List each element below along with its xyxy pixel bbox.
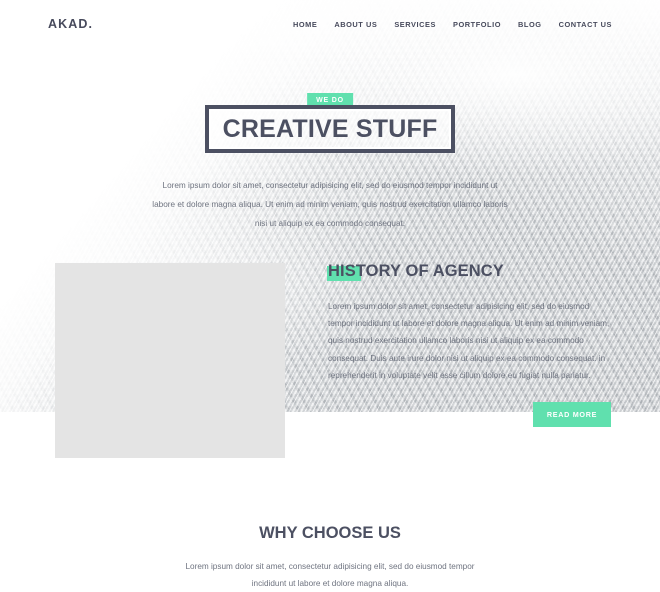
why-heading-wrap: WHY CHOOSE US xyxy=(258,524,401,543)
hero-paragraph: Lorem ipsum dolor sit amet, consectetur … xyxy=(152,181,508,228)
site-logo[interactable]: AKAD. xyxy=(48,17,93,31)
hero-title-frame: CREATIVE STUFF xyxy=(205,105,455,153)
page-root: AKAD. HOME ABOUT US SERVICES PORTFOLIO B… xyxy=(0,0,660,592)
nav-item-contact-us[interactable]: CONTACT US xyxy=(559,20,612,29)
read-more-button[interactable]: READ MORE xyxy=(533,402,611,427)
why-paragraph: Lorem ipsum dolor sit amet, consectetur … xyxy=(185,562,475,588)
history-heading-wrap: HISTORY OF AGENCY xyxy=(327,262,504,281)
main-navigation: HOME ABOUT US SERVICES PORTFOLIO BLOG CO… xyxy=(293,20,612,29)
history-section: HISTORY OF AGENCY Lorem ipsum dolor sit … xyxy=(327,262,613,384)
site-header: AKAD. HOME ABOUT US SERVICES PORTFOLIO B… xyxy=(0,0,660,48)
nav-item-services[interactable]: SERVICES xyxy=(394,20,436,29)
history-image-placeholder xyxy=(55,263,285,458)
nav-item-about-us[interactable]: ABOUT US xyxy=(334,20,377,29)
hero-title-frame-inner: CREATIVE STUFF xyxy=(209,109,451,149)
nav-item-portfolio[interactable]: PORTFOLIO xyxy=(453,20,501,29)
why-choose-us-section: WHY CHOOSE US Lorem ipsum dolor sit amet… xyxy=(0,524,660,592)
history-paragraph: Lorem ipsum dolor sit amet, consectetur … xyxy=(328,302,610,380)
nav-item-blog[interactable]: BLOG xyxy=(518,20,542,29)
hero-title: CREATIVE STUFF xyxy=(222,114,438,143)
why-heading: WHY CHOOSE US xyxy=(259,524,401,542)
nav-item-home[interactable]: HOME xyxy=(293,20,317,29)
history-heading: HISTORY OF AGENCY xyxy=(328,262,504,280)
